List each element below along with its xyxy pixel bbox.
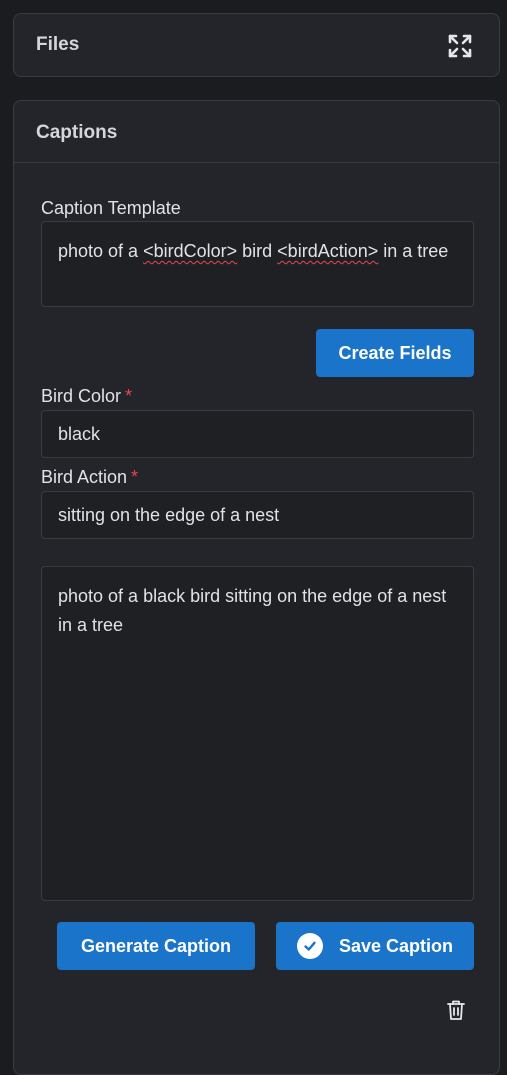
save-caption-button[interactable]: Save Caption <box>276 922 474 970</box>
template-text-part: in a tree <box>378 241 449 261</box>
files-panel: Files <box>13 13 500 77</box>
files-panel-title: Files <box>36 34 80 55</box>
trash-icon[interactable] <box>446 999 466 1021</box>
required-asterisk: * <box>131 467 139 487</box>
required-asterisk: * <box>125 386 133 406</box>
caption-template-input[interactable]: photo of a <birdColor> bird <birdAction>… <box>41 221 474 307</box>
caption-result-textarea[interactable]: photo of a black bird sitting on the edg… <box>41 566 474 901</box>
generate-caption-button[interactable]: Generate Caption <box>57 922 255 970</box>
bird-color-input[interactable]: black <box>41 410 474 458</box>
template-token-bird-action: <birdAction> <box>277 241 379 261</box>
template-token-bird-color: <birdColor> <box>143 241 238 261</box>
template-text-part: photo of a <box>58 241 144 261</box>
captions-header: Captions <box>14 101 499 163</box>
save-caption-label: Save Caption <box>338 935 454 956</box>
caption-template-label: Caption Template <box>41 198 181 218</box>
bird-color-label-text: Bird Color <box>41 386 122 406</box>
template-text-part: bird <box>237 241 278 261</box>
bird-color-label: Bird Color * <box>41 386 132 407</box>
create-fields-button[interactable]: Create Fields <box>316 329 474 377</box>
bird-action-label-text: Bird Action <box>41 467 128 487</box>
check-circle-icon <box>296 933 323 959</box>
expand-arrows-icon[interactable] <box>447 33 473 59</box>
captions-panel: Captions Caption Template photo of a <bi… <box>13 100 500 1075</box>
bird-action-label: Bird Action * <box>41 467 138 488</box>
captions-panel-title: Captions <box>36 122 118 143</box>
bird-action-input[interactable]: sitting on the edge of a nest <box>41 491 474 539</box>
